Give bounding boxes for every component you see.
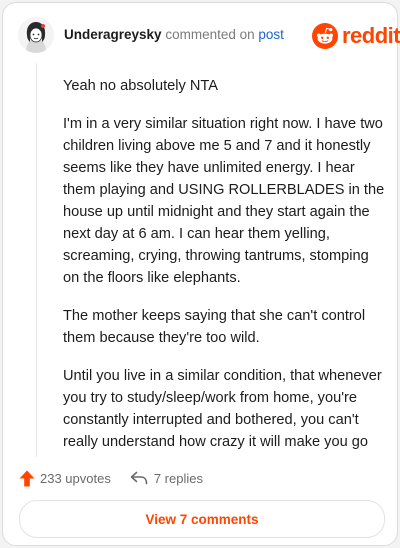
upvote-button[interactable]: 233 upvotes (19, 470, 111, 487)
reddit-logo[interactable]: reddit (312, 21, 400, 51)
comment-paragraph: Until you live in a similar condition, t… (63, 368, 382, 450)
upvote-arrow-icon (19, 470, 35, 486)
comment-body: Yeah no absolutely NTA I'm in a very sim… (63, 75, 385, 469)
thread-line (36, 63, 37, 457)
reddit-wordmark: reddit (342, 23, 400, 48)
comment-byline: Underagreysky commented on post (64, 27, 284, 42)
comment-paragraph: The mother keeps saying that she can't c… (63, 308, 366, 346)
username-link[interactable]: Underagreysky (64, 27, 162, 42)
comment-paragraph: Yeah no absolutely NTA (63, 78, 218, 94)
comment-paragraph: I'm in a very similar situation right no… (63, 116, 385, 286)
comment-header: Underagreysky commented on post reddit (3, 3, 400, 63)
comment-card: Underagreysky commented on post reddit Y… (2, 2, 400, 546)
view-comments-button[interactable]: View 7 comments (19, 500, 385, 538)
comment-actions: 233 upvotes 7 replies (19, 467, 203, 489)
commented-on-label: commented on (165, 27, 255, 42)
post-link[interactable]: post (258, 27, 284, 42)
reply-count: 7 replies (153, 470, 203, 486)
reddit-alien-icon (312, 23, 338, 49)
replies-button[interactable]: 7 replies (130, 471, 203, 486)
user-avatar[interactable] (18, 17, 54, 53)
avatar-illustration-icon (18, 17, 54, 53)
reply-arrow-icon (130, 471, 148, 485)
upvote-count: 233 upvotes (40, 470, 111, 486)
view-comments-label: View 7 comments (145, 511, 259, 527)
